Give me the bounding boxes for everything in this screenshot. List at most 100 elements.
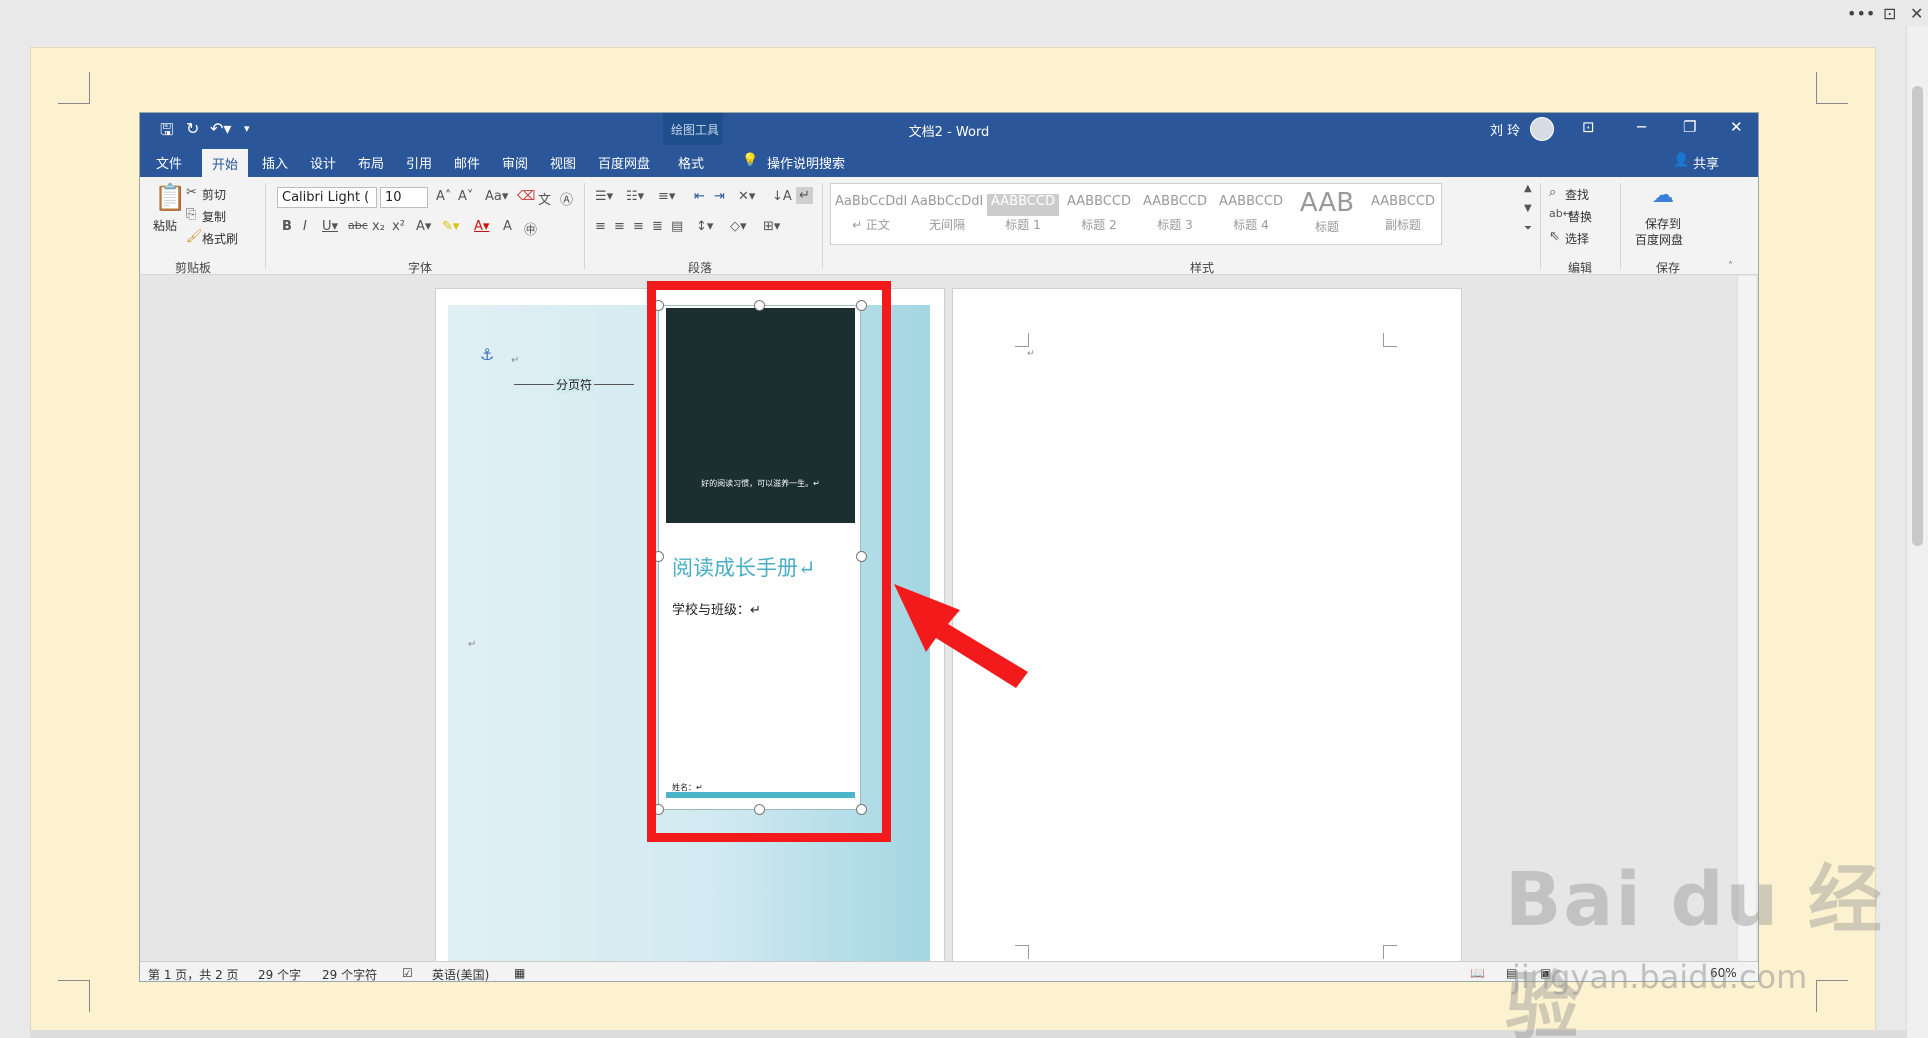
copy-button[interactable]: 复制: [202, 208, 226, 225]
change-case-icon[interactable]: Aa▾: [485, 189, 508, 204]
tab-layout[interactable]: 布局: [358, 153, 384, 172]
select-button[interactable]: 选择: [1565, 230, 1589, 247]
baidu-netdisk-label[interactable]: 百度网盘: [1635, 231, 1683, 248]
multilevel-list-icon[interactable]: ≡▾: [658, 189, 675, 204]
tab-mailings[interactable]: 邮件: [454, 153, 480, 172]
tab-review[interactable]: 审阅: [502, 153, 528, 172]
cut-button[interactable]: 剪切: [202, 186, 226, 203]
sort-icon[interactable]: ↓A: [772, 189, 792, 204]
close-button[interactable]: ✕: [1730, 118, 1743, 136]
tab-home[interactable]: 开始: [202, 149, 249, 177]
show-marks-icon[interactable]: ↵: [796, 187, 813, 204]
font-name-select[interactable]: Calibri Light (: [277, 187, 377, 208]
language-indicator[interactable]: 英语(美国): [432, 966, 489, 981]
ribbon-display-icon[interactable]: ⊡: [1582, 118, 1595, 136]
numbering-icon[interactable]: ☷▾: [626, 189, 644, 204]
strikethrough-icon[interactable]: abc: [348, 219, 368, 232]
superscript-icon[interactable]: x²: [392, 219, 405, 234]
align-left-icon[interactable]: ≡: [595, 219, 606, 234]
paragraph-mark: ↵: [511, 355, 520, 366]
style-heading-1[interactable]: AABBCCD 标题 1: [987, 188, 1059, 242]
more-icon[interactable]: •••: [1847, 4, 1875, 23]
group-separator: [1540, 183, 1541, 269]
find-button[interactable]: 查找: [1565, 186, 1589, 203]
styles-scroll-down-icon[interactable]: ▼: [1524, 203, 1532, 214]
phonetic-guide-icon[interactable]: 文: [538, 189, 551, 208]
styles-gallery[interactable]: AaBbCcDdI ↵ 正文 AaBbCcDdI 无间隔 AABBCCD 标题 1 A…: [830, 183, 1442, 245]
tab-file[interactable]: 文件: [156, 153, 182, 172]
style-heading-4[interactable]: AABBCCD 标题 4: [1215, 188, 1287, 242]
subscript-icon[interactable]: x₂: [372, 219, 385, 234]
underline-icon[interactable]: U▾: [322, 219, 338, 234]
distributed-icon[interactable]: ▤: [671, 219, 683, 234]
enclose-characters-icon[interactable]: ㊥: [524, 219, 537, 238]
increase-indent-icon[interactable]: ⇥: [714, 189, 725, 204]
bullets-icon[interactable]: ☰▾: [595, 189, 613, 204]
clear-format-icon[interactable]: ⌫: [517, 189, 535, 204]
justify-icon[interactable]: ≣: [652, 219, 663, 234]
style-normal[interactable]: AaBbCcDdI ↵ 正文: [835, 188, 907, 242]
character-shading-icon[interactable]: A: [503, 219, 512, 234]
styles-more-icon[interactable]: ⏷: [1524, 223, 1532, 234]
group-separator: [265, 183, 266, 269]
character-border-icon[interactable]: Ⓐ: [560, 189, 573, 208]
read-mode-icon[interactable]: 📖: [1470, 966, 1485, 980]
style-preview: AABBCCD: [987, 194, 1059, 216]
tab-view[interactable]: 视图: [550, 153, 576, 172]
style-title[interactable]: AAB 标题: [1291, 188, 1363, 242]
baidu-cloud-icon[interactable]: ☁: [1652, 183, 1674, 208]
annotation-arrow: [894, 584, 1028, 688]
tab-baidu-netdisk[interactable]: 百度网盘: [598, 153, 650, 172]
collapse-ribbon-icon[interactable]: ˄: [1728, 261, 1733, 272]
grow-font-icon[interactable]: A˄: [436, 189, 451, 204]
paste-icon[interactable]: 📋: [154, 183, 186, 213]
scroll-thumb[interactable]: [1912, 86, 1923, 546]
decrease-indent-icon[interactable]: ⇤: [694, 189, 705, 204]
tab-design[interactable]: 设计: [310, 153, 336, 172]
save-to-label[interactable]: 保存到: [1645, 215, 1681, 232]
share-button[interactable]: 共享: [1693, 153, 1719, 172]
borders-icon[interactable]: ⊞▾: [763, 219, 780, 234]
format-painter-button[interactable]: 格式刷: [202, 230, 238, 247]
restore-icon[interactable]: ⊡: [1883, 4, 1896, 23]
font-color-icon[interactable]: A▾: [474, 219, 489, 234]
baidu-jingyan-watermark: Bai du 经验: [1505, 857, 1884, 1038]
font-size-select[interactable]: 10: [380, 187, 428, 208]
style-heading-2[interactable]: AABBCCD 标题 2: [1063, 188, 1135, 242]
ribbon-home: 📋 粘贴 ✂ 剪切 ⎘ 复制 🖌 格式刷 剪贴板 Calibri Light (…: [140, 177, 1758, 275]
outer-window-bar: ••• ⊡ ✕: [0, 0, 1928, 46]
chinese-layout-icon[interactable]: ✕▾: [738, 189, 755, 204]
margin-mark: [1015, 945, 1029, 959]
align-center-icon[interactable]: ≡: [614, 219, 625, 234]
tell-me-search[interactable]: 操作说明搜索: [767, 153, 845, 172]
tab-insert[interactable]: 插入: [262, 153, 288, 172]
align-right-icon[interactable]: ≡: [633, 219, 644, 234]
style-name: 无间隔: [928, 218, 965, 232]
proofing-icon[interactable]: ☑: [402, 966, 413, 980]
line-spacing-icon[interactable]: ↕▾: [696, 219, 713, 234]
avatar[interactable]: [1530, 117, 1554, 141]
macro-icon[interactable]: ▦: [514, 966, 525, 980]
style-subtitle[interactable]: AABBCCD 副标题: [1367, 188, 1439, 242]
shading-icon[interactable]: ◇▾: [730, 219, 747, 234]
user-name[interactable]: 刘 玲: [1490, 120, 1520, 139]
paste-button[interactable]: 粘贴: [153, 217, 177, 234]
minimize-button[interactable]: ─: [1637, 118, 1646, 136]
italic-icon[interactable]: I: [303, 219, 307, 234]
styles-scroll-up-icon[interactable]: ▲: [1524, 183, 1532, 194]
tab-references[interactable]: 引用: [406, 153, 432, 172]
restore-button[interactable]: ❐: [1683, 118, 1696, 136]
style-name: ↵ 正文: [852, 218, 890, 232]
replace-button[interactable]: 替换: [1568, 208, 1592, 225]
shrink-font-icon[interactable]: A˅: [458, 189, 473, 204]
style-no-spacing[interactable]: AaBbCcDdI 无间隔: [911, 188, 983, 242]
close-icon[interactable]: ✕: [1910, 4, 1923, 23]
bold-icon[interactable]: B: [282, 219, 292, 234]
highlight-icon[interactable]: ✎▾: [442, 219, 459, 234]
page-count[interactable]: 第 1 页，共 2 页: [148, 966, 239, 981]
text-effects-icon[interactable]: A▾: [416, 219, 431, 234]
tab-format[interactable]: 格式: [678, 153, 704, 172]
style-heading-3[interactable]: AABBCCD 标题 3: [1139, 188, 1211, 242]
char-count[interactable]: 29 个字符: [322, 966, 377, 981]
word-count[interactable]: 29 个字: [258, 966, 301, 981]
